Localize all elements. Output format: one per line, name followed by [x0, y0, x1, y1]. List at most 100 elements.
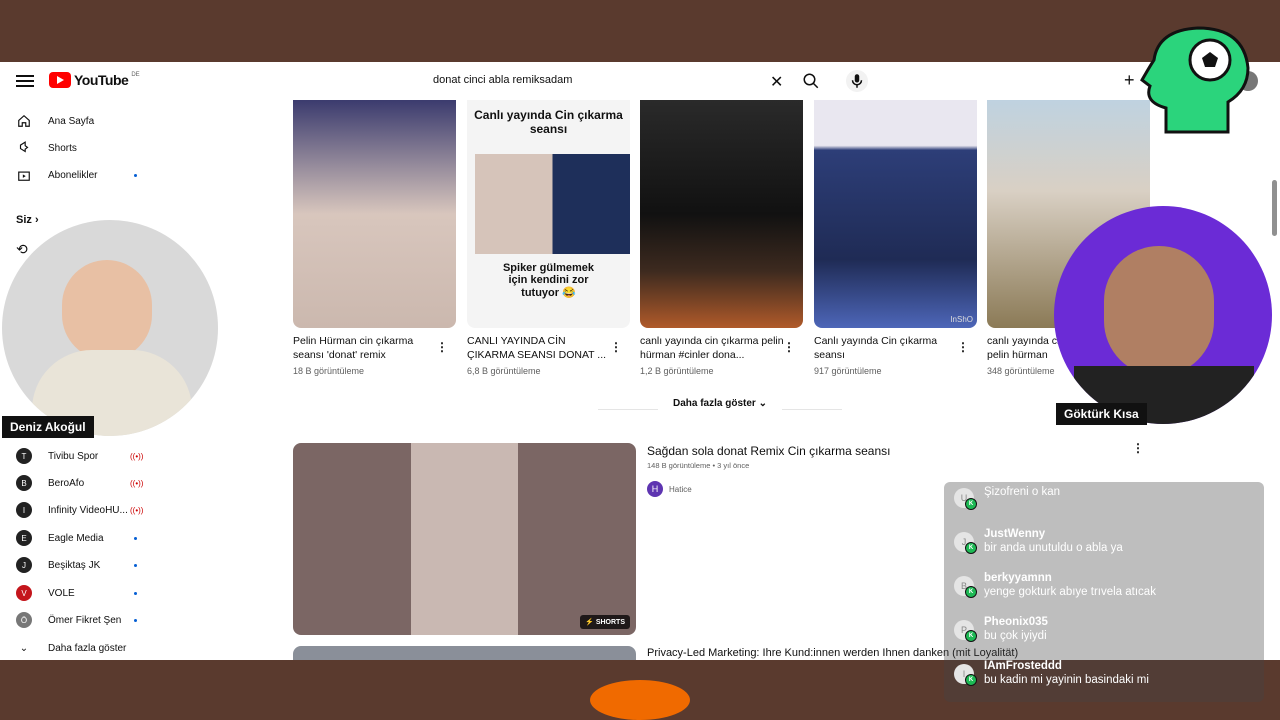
short-card[interactable]: InShO Canlı yayında Cin çıkarma seansı 9… — [814, 100, 977, 376]
chat-text: yenge gokturk abıye trıvela atıcak — [984, 586, 1156, 598]
sidebar-item-channel[interactable]: I Infinity VideoHU... ((•)) — [16, 499, 146, 521]
sidebar-item-home[interactable]: Ana Sayfa — [16, 110, 146, 132]
channel-avatar: J — [16, 557, 32, 573]
sidebar-item-label: Beşiktaş JK — [48, 559, 101, 571]
sidebar-item-channel[interactable]: B BeroAfo ((•)) — [16, 472, 146, 494]
channel-avatar: E — [16, 530, 32, 546]
sidebar-item-channel[interactable]: V VOLE — [16, 582, 146, 604]
search-input[interactable]: donat cinci abla remiksadam — [433, 74, 572, 86]
sidebar-item-label: Abonelikler — [48, 169, 98, 181]
short-title[interactable]: Canlı yayında Cin çıkarma seansı — [814, 334, 977, 362]
sidebar-item-label: BeroAfo — [48, 477, 85, 489]
channel-link[interactable]: H Hatice — [647, 481, 692, 497]
more-options-icon[interactable]: ⋮ — [957, 340, 969, 354]
shorts-badge: ⚡ SHORTS — [580, 615, 630, 629]
sidebar-item-label: Tivibu Spor — [48, 450, 99, 462]
chat-username: berkyyamnn — [984, 572, 1052, 584]
country-code: DE — [131, 72, 140, 78]
video-meta: 148 B görüntüleme • 3 yıl önce — [647, 461, 750, 470]
short-views: 18 B görüntüleme — [293, 366, 365, 376]
sidebar-item-channel[interactable]: Ö Ömer Fikret Şen — [16, 609, 146, 631]
streamer-face — [62, 260, 152, 360]
youtube-logo[interactable]: YouTube DE — [49, 72, 140, 88]
scrollbar[interactable] — [1272, 180, 1277, 236]
sidebar-item-shorts[interactable]: Shorts — [16, 137, 146, 159]
short-views: 6,8 B görüntüleme — [467, 366, 541, 376]
clear-search-icon[interactable]: ✕ — [770, 72, 783, 92]
new-content-dot — [134, 619, 137, 622]
channel-avatar: I — [16, 502, 32, 518]
sidebar-item-label: Ana Sayfa — [48, 115, 95, 127]
sidebar-item-label: Infinity VideoHU... — [48, 504, 128, 516]
short-card[interactable]: canlı yayında cin çıkarma pelin hürman #… — [640, 100, 803, 376]
chat-avatar: U — [954, 488, 977, 510]
short-title[interactable]: Pelin Hürman cin çıkarma seansı 'donat' … — [293, 334, 456, 362]
channel-avatar: Ö — [16, 612, 32, 628]
sidebar-item-label: VOLE — [48, 587, 75, 599]
short-thumbnail[interactable] — [293, 100, 456, 328]
brain-football-logo-icon — [1140, 26, 1250, 134]
chevron-down-icon: ⌄ — [758, 398, 767, 409]
channel-avatar: B — [16, 475, 32, 491]
sidebar-item-channel[interactable]: E Eagle Media — [16, 527, 146, 549]
short-card[interactable]: Canlı yayında Cin çıkarma seansı Spiker … — [467, 100, 630, 376]
sidebar-item-channel[interactable]: T Tivibu Spor ((•)) — [16, 445, 146, 467]
live-icon: ((•)) — [130, 505, 144, 515]
show-more-button[interactable]: Daha fazla göster ⌄ — [598, 398, 842, 420]
subscriptions-icon — [16, 167, 32, 183]
chat-text: bu kadin mi yayinin basindaki mi — [984, 674, 1149, 686]
sidebar-item-subscriptions[interactable]: Abonelikler — [16, 164, 146, 186]
play-logo-icon — [49, 72, 71, 88]
streamer-face — [1104, 246, 1214, 376]
microphone-icon[interactable] — [846, 70, 868, 92]
sidebar-show-more[interactable]: ⌄ Daha fazla göster — [16, 637, 146, 659]
more-options-icon[interactable]: ⋮ — [436, 340, 448, 354]
create-icon[interactable]: + — [1124, 70, 1135, 91]
more-options-icon[interactable]: ⋮ — [610, 340, 622, 354]
new-content-dot — [134, 592, 137, 595]
logo-text: YouTube — [74, 72, 129, 88]
more-options-icon[interactable]: ⋮ — [1132, 441, 1144, 455]
you-section-link[interactable]: Siz › — [16, 214, 39, 226]
video-title[interactable]: Sağdan sola donat Remix Cin çıkarma sean… — [647, 444, 890, 458]
search-box[interactable]: donat cinci abla remiksadam ✕ — [422, 66, 798, 96]
sidebar-item-label: Daha fazla göster — [48, 642, 127, 654]
history-icon[interactable]: ⟲ — [16, 241, 28, 258]
short-title[interactable]: canlı yayında cin çıkarma pelin hürman #… — [640, 334, 803, 362]
masthead: YouTube DE donat cinci abla remiksadam ✕… — [0, 62, 1280, 100]
thumbnail-image — [475, 154, 630, 254]
streamer-name-right: Göktürk Kısa — [1056, 403, 1147, 425]
you-label: Siz — [16, 214, 32, 226]
short-card[interactable]: Pelin Hürman cin çıkarma seansı 'donat' … — [293, 100, 456, 376]
chat-message: U Şizofreni o kan — [954, 484, 1061, 510]
webcam-left — [2, 220, 218, 436]
channel-name: Hatice — [669, 484, 692, 494]
short-thumbnail[interactable] — [640, 100, 803, 328]
chat-avatar: I — [954, 664, 977, 686]
new-content-dot — [134, 537, 137, 540]
chat-text: Şizofreni o kan — [984, 486, 1061, 498]
webcam-right — [1054, 206, 1272, 424]
channel-avatar: T — [16, 448, 32, 464]
search-icon[interactable] — [802, 72, 820, 90]
sidebar-item-label: Eagle Media — [48, 532, 104, 544]
home-icon — [16, 113, 32, 129]
video-thumbnail[interactable]: ⚡ SHORTS — [293, 443, 636, 635]
thumbnail-caption-top: Canlı yayında Cin çıkarma seansı — [474, 108, 623, 136]
new-content-dot — [134, 174, 137, 177]
thumbnail-caption-bottom: Spiker gülmemek için kendini zor tutuyor… — [502, 262, 595, 299]
channel-avatar: H — [647, 481, 663, 497]
more-options-icon[interactable]: ⋮ — [783, 340, 795, 354]
short-views: 1,2 B görüntüleme — [640, 366, 714, 376]
video-thumbnail[interactable] — [293, 646, 636, 660]
sidebar-item-channel[interactable]: J Beşiktaş JK — [16, 554, 146, 576]
chat-text: bu çok iyiydi — [984, 630, 1047, 642]
watermark: InShO — [950, 315, 973, 324]
short-title[interactable]: CANLI YAYINDA CİN ÇIKARMA SEANSI DONAT .… — [467, 334, 630, 362]
menu-icon[interactable] — [16, 72, 34, 90]
short-views: 917 görüntüleme — [814, 366, 882, 376]
chat-text: bir anda unutuldu o abla ya — [984, 542, 1123, 554]
short-thumbnail[interactable]: Canlı yayında Cin çıkarma seansı Spiker … — [467, 100, 630, 328]
short-thumbnail[interactable]: InShO — [814, 100, 977, 328]
live-icon: ((•)) — [130, 478, 144, 488]
